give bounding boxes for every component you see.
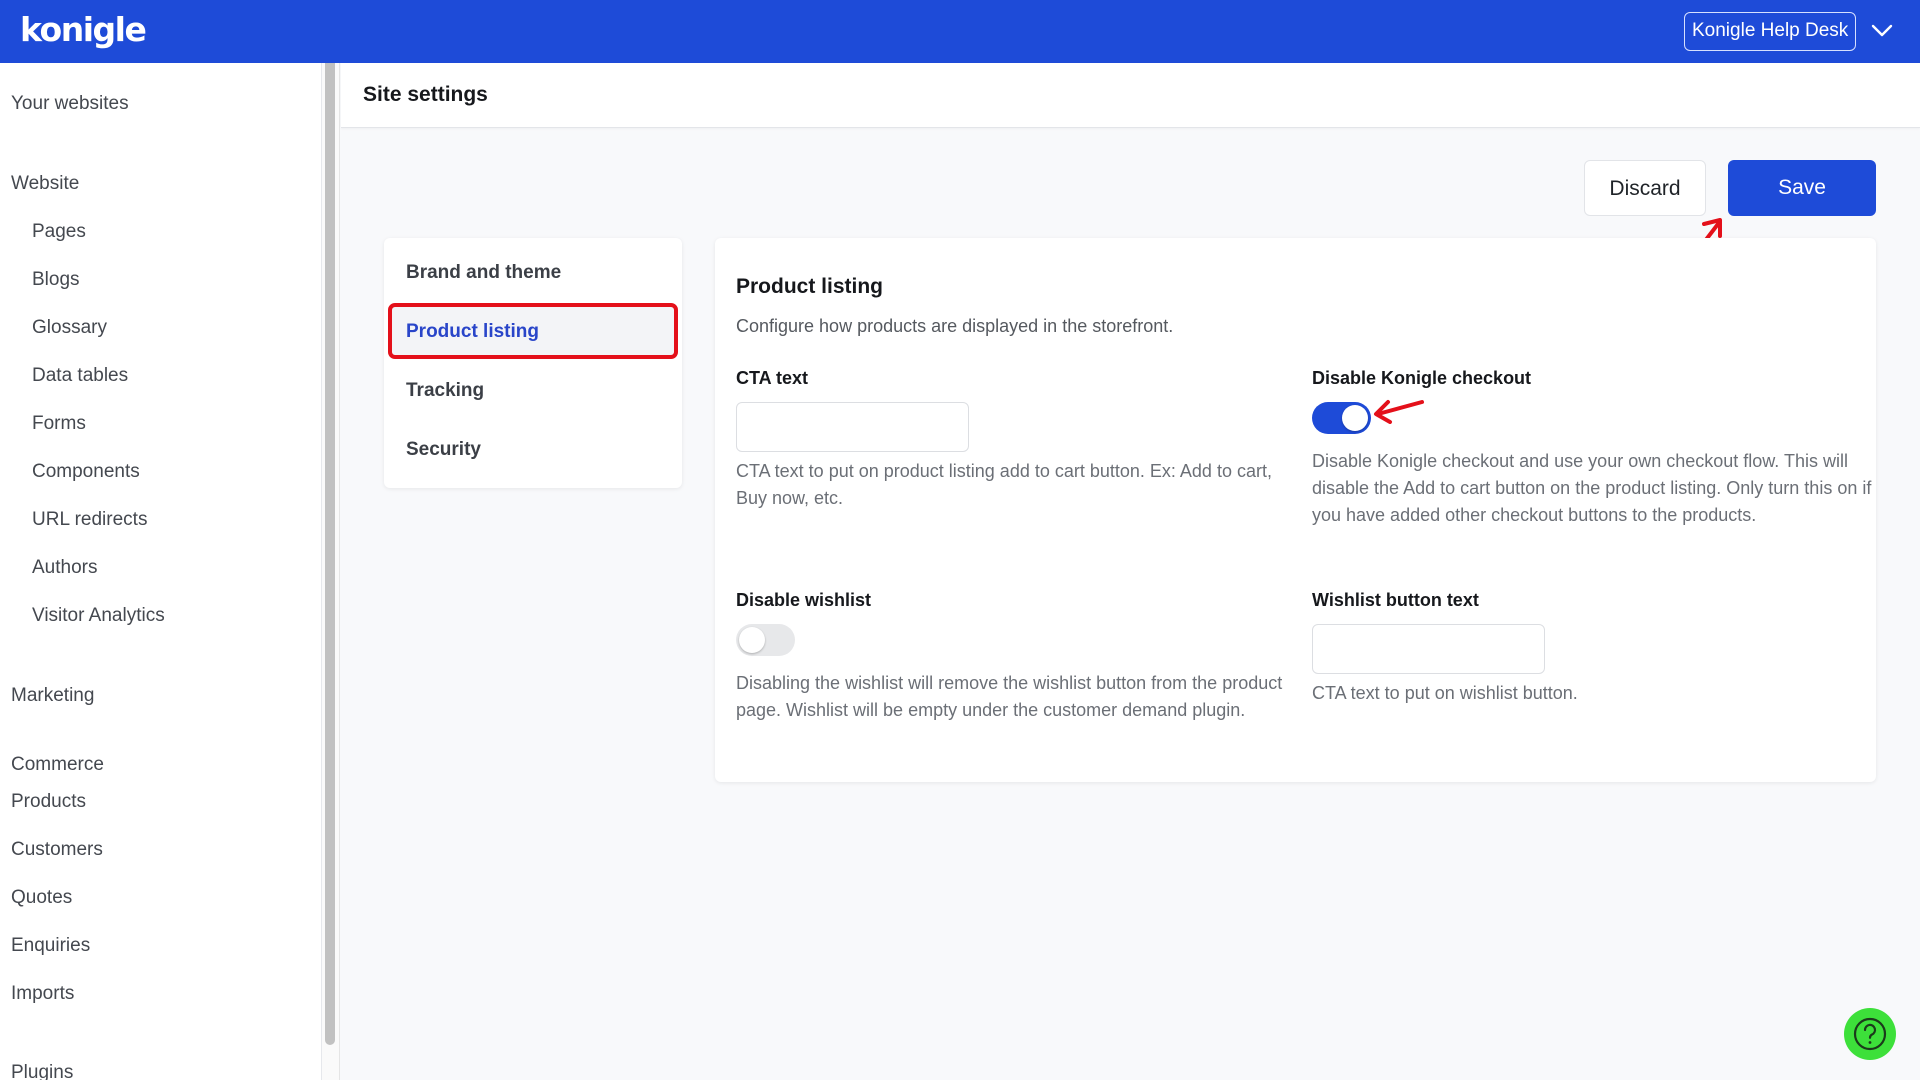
sidebar-item-url-redirects[interactable]: URL redirects bbox=[32, 509, 147, 531]
page-header: Site settings bbox=[341, 63, 1920, 128]
cta-text-label: CTA text bbox=[736, 368, 808, 388]
help-button[interactable] bbox=[1844, 1008, 1896, 1060]
section-subtitle: Configure how products are displayed in … bbox=[736, 316, 1174, 336]
disable-checkout-label: Disable Konigle checkout bbox=[1312, 368, 1532, 388]
sidebar-item-products[interactable]: Products bbox=[11, 791, 86, 813]
konigle-logo[interactable]: konigle bbox=[20, 10, 147, 49]
sidebar-scrollbar-thumb[interactable] bbox=[325, 63, 335, 1045]
wishlist-button-text-help: CTA text to put on wishlist button. bbox=[1312, 683, 1578, 703]
product-listing-card: Product listing Configure how products a… bbox=[715, 238, 1876, 782]
annotation-arrow-icon bbox=[1374, 400, 1424, 424]
sidebar-item-forms[interactable]: Forms bbox=[32, 413, 86, 435]
sidebar-item-components[interactable]: Components bbox=[32, 461, 140, 483]
sidebar-item-blogs[interactable]: Blogs bbox=[32, 269, 80, 291]
toggle-knob bbox=[739, 627, 765, 653]
question-circle-icon bbox=[1853, 1017, 1887, 1051]
settings-nav-brand-and-theme[interactable]: Brand and theme bbox=[384, 244, 682, 302]
disable-wishlist-label: Disable wishlist bbox=[736, 590, 872, 610]
toggle-knob bbox=[1342, 405, 1368, 431]
sidebar-item-imports[interactable]: Imports bbox=[11, 983, 74, 1005]
top-bar: konigle Konigle Help Desk bbox=[0, 0, 1920, 63]
help-desk-button[interactable]: Konigle Help Desk bbox=[1684, 12, 1857, 51]
sidebar-item-plugins[interactable]: Plugins bbox=[11, 1062, 73, 1080]
sidebar-item-your-websites[interactable]: Your websites bbox=[11, 93, 129, 115]
wishlist-button-text-input[interactable] bbox=[1312, 624, 1545, 674]
sidebar-item-glossary[interactable]: Glossary bbox=[32, 317, 107, 339]
sidebar-item-visitor-analytics[interactable]: Visitor Analytics bbox=[32, 605, 165, 627]
settings-nav-security[interactable]: Security bbox=[384, 421, 682, 479]
settings-nav-tracking[interactable]: Tracking bbox=[384, 362, 682, 420]
sidebar: Your websites Website Pages Blogs Glossa… bbox=[0, 63, 322, 1080]
chevron-down-icon[interactable] bbox=[1870, 18, 1894, 42]
settings-nav: Brand and theme Product listing Tracking… bbox=[384, 238, 682, 488]
sidebar-item-enquiries[interactable]: Enquiries bbox=[11, 935, 90, 957]
page-title: Site settings bbox=[363, 83, 488, 106]
sidebar-item-website[interactable]: Website bbox=[11, 173, 79, 195]
save-button[interactable]: Save bbox=[1728, 160, 1876, 216]
sidebar-item-commerce[interactable]: Commerce bbox=[11, 754, 104, 776]
settings-nav-product-listing[interactable]: Product listing bbox=[384, 303, 682, 361]
wishlist-button-text-label: Wishlist button text bbox=[1312, 590, 1479, 610]
sidebar-item-pages[interactable]: Pages bbox=[32, 221, 86, 243]
section-title: Product listing bbox=[736, 275, 883, 298]
cta-text-help: CTA text to put on product listing add t… bbox=[736, 461, 1272, 508]
disable-wishlist-help: Disabling the wishlist will remove the w… bbox=[736, 673, 1283, 720]
sidebar-item-quotes[interactable]: Quotes bbox=[11, 887, 72, 909]
disable-checkout-help: Disable Konigle checkout and use your ow… bbox=[1312, 451, 1872, 525]
sidebar-item-marketing[interactable]: Marketing bbox=[11, 685, 94, 707]
sidebar-item-data-tables[interactable]: Data tables bbox=[32, 365, 128, 387]
cta-text-input[interactable] bbox=[736, 402, 969, 452]
sidebar-item-customers[interactable]: Customers bbox=[11, 839, 103, 861]
sidebar-item-authors[interactable]: Authors bbox=[32, 557, 97, 579]
disable-wishlist-toggle[interactable] bbox=[736, 624, 795, 656]
disable-checkout-toggle[interactable] bbox=[1312, 402, 1371, 434]
discard-button[interactable]: Discard bbox=[1584, 160, 1706, 216]
